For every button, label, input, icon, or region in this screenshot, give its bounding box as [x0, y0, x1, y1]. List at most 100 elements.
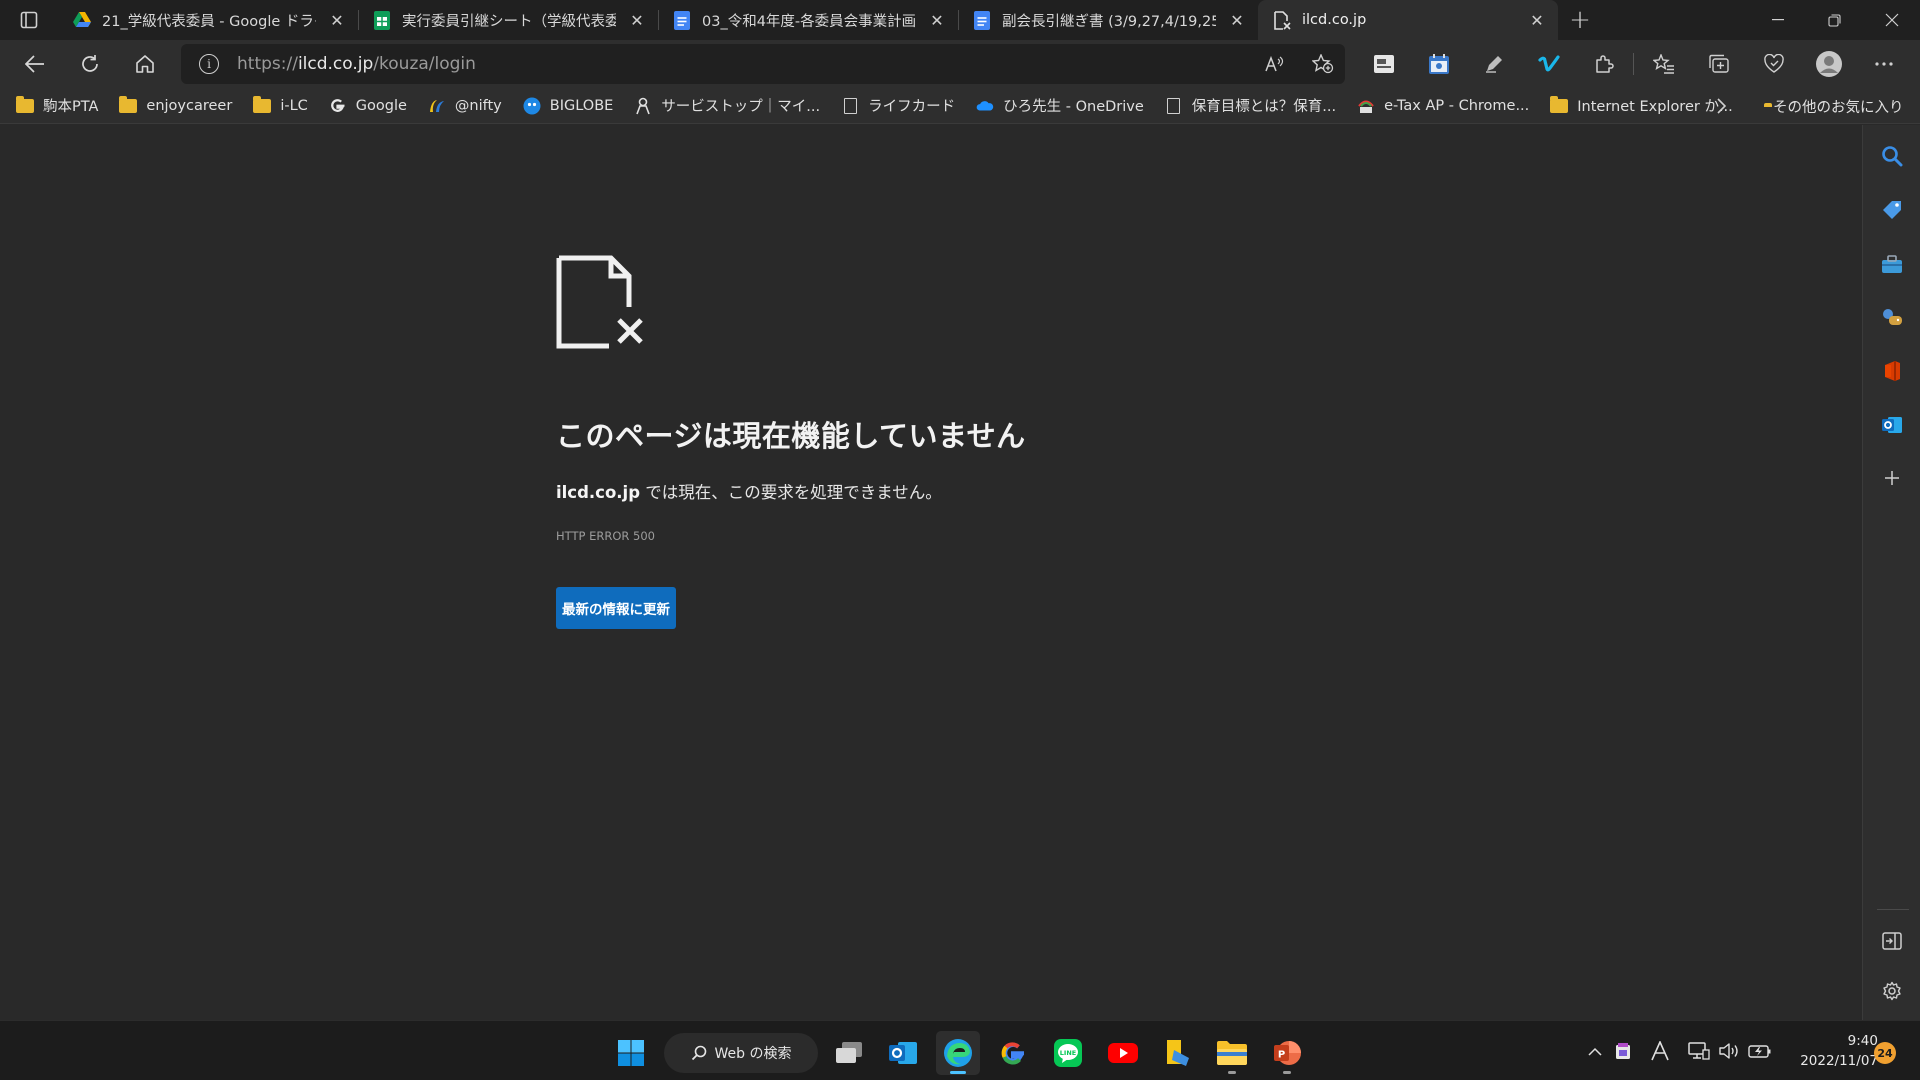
- tab-docs-handover[interactable]: 副会長引継ぎ書 (3/9,27,4/19,25追記) ✕: [958, 0, 1258, 40]
- taskbar-search[interactable]: Web の検索: [664, 1033, 818, 1073]
- taskbar-clock[interactable]: 9:40 2022/11/07: [1778, 1031, 1878, 1071]
- notification-badge[interactable]: 24: [1874, 1042, 1896, 1064]
- browser-essentials-button[interactable]: [1746, 44, 1801, 84]
- favorites-button[interactable]: [1636, 44, 1691, 84]
- plus-icon: [1885, 471, 1899, 485]
- close-icon[interactable]: ✕: [926, 9, 948, 31]
- tab-sheets[interactable]: 実行委員引継シート（学級代表委員） ✕: [358, 0, 658, 40]
- sidebar-shopping-button[interactable]: [1863, 190, 1920, 230]
- extension-vimeo-button[interactable]: [1521, 44, 1576, 84]
- close-icon[interactable]: ✕: [1526, 9, 1548, 31]
- bookmark-item[interactable]: BIGLOBE: [523, 97, 613, 114]
- bookmark-item[interactable]: ひろ先生 - OneDrive: [976, 95, 1144, 116]
- outlook-icon: [1882, 417, 1902, 433]
- bookmark-item[interactable]: 駒本PTA: [16, 95, 98, 116]
- ime-mode-indicator[interactable]: [1648, 1021, 1672, 1080]
- url-path: /kouza/login: [373, 54, 476, 74]
- home-button[interactable]: [118, 44, 172, 84]
- url-text[interactable]: https://ilcd.co.jp/kouza/login: [237, 54, 476, 74]
- bookmark-item[interactable]: ライフカード: [841, 95, 955, 116]
- extension-pen-button[interactable]: [1466, 44, 1521, 84]
- collections-button[interactable]: [1691, 44, 1746, 84]
- tab-ilcd[interactable]: ilcd.co.jp ✕: [1258, 0, 1558, 40]
- taskbar-google[interactable]: [991, 1031, 1035, 1075]
- tab-google-drive[interactable]: 21_学級代表委員 - Google ドライブ ✕: [58, 0, 358, 40]
- taskbar-outlook[interactable]: [881, 1031, 925, 1075]
- tab-title: ilcd.co.jp: [1302, 12, 1367, 28]
- tray-app-button[interactable]: [1612, 1021, 1634, 1080]
- taskbar-youtube[interactable]: [1101, 1031, 1145, 1075]
- bookmark-item[interactable]: Google: [329, 98, 407, 114]
- bookmark-item[interactable]: enjoycareer: [119, 95, 233, 114]
- taskbar-powerpoint[interactable]: P: [1265, 1031, 1309, 1075]
- error-host: ilcd.co.jp: [556, 483, 641, 502]
- sidebar-add-button[interactable]: [1863, 458, 1920, 498]
- running-indicator: [1283, 1071, 1291, 1074]
- navigation-toolbar: i https://ilcd.co.jp/kouza/login: [0, 40, 1920, 88]
- restore-button[interactable]: [1806, 0, 1863, 40]
- sidebar-outlook-button[interactable]: [1863, 405, 1920, 445]
- error-description: ilcd.co.jp では現在、この要求を処理できません。: [556, 479, 1156, 503]
- bookmark-item[interactable]: i-LC: [253, 95, 308, 114]
- tab-docs-plan[interactable]: 03_令和4年度-各委員会事業計画 ✕: [658, 0, 958, 40]
- hide-sidebar-button[interactable]: [1863, 921, 1920, 961]
- avatar: [1815, 51, 1842, 77]
- address-bar[interactable]: i https://ilcd.co.jp/kouza/login: [181, 44, 1345, 84]
- other-favorites-button[interactable]: その他のお気に入り: [1764, 88, 1904, 124]
- extension-calendar-button[interactable]: [1411, 44, 1466, 84]
- extensions-button[interactable]: [1576, 44, 1631, 84]
- other-favorites-label: その他のお気に入り: [1773, 99, 1904, 116]
- battery-button[interactable]: [1746, 1021, 1774, 1080]
- bookmark-item[interactable]: Internet Explorer か...: [1550, 95, 1733, 116]
- taskbar-edge[interactable]: [936, 1031, 980, 1075]
- settings-and-more-button[interactable]: [1856, 44, 1911, 84]
- sidebar-games-button[interactable]: [1863, 297, 1920, 337]
- taskbar-line[interactable]: LINE: [1046, 1031, 1090, 1075]
- folder-icon: [253, 95, 272, 114]
- tray-app-icon: [1616, 1043, 1630, 1059]
- new-tab-button[interactable]: +: [1558, 0, 1602, 40]
- extension-slides-button[interactable]: [1356, 44, 1411, 84]
- bookmark-label: enjoycareer: [146, 97, 233, 114]
- error-message: では現在、この要求を処理できません。: [640, 483, 942, 502]
- close-icon[interactable]: ✕: [626, 9, 648, 31]
- close-icon[interactable]: ✕: [1226, 9, 1248, 31]
- edge-icon: [944, 1039, 972, 1067]
- bookmark-item[interactable]: @nifty: [428, 98, 502, 114]
- etax-icon: [1357, 98, 1375, 114]
- task-view-button[interactable]: [827, 1031, 871, 1075]
- powerpoint-icon: P: [1274, 1041, 1301, 1065]
- close-window-button[interactable]: [1863, 0, 1920, 40]
- bookmark-item[interactable]: サービストップ｜マイ...: [634, 95, 820, 116]
- sidebar-office-button[interactable]: [1863, 351, 1920, 391]
- network-button[interactable]: [1686, 1021, 1712, 1080]
- sidebar-divider: [1877, 909, 1909, 910]
- nifty-icon: [428, 98, 446, 114]
- close-icon[interactable]: ✕: [326, 9, 348, 31]
- bookmark-item[interactable]: e-Tax AP - Chrome...: [1357, 98, 1529, 114]
- sidebar-tools-button[interactable]: [1863, 244, 1920, 284]
- sidebar-search-button[interactable]: [1863, 136, 1920, 176]
- star-add-icon: [1312, 54, 1334, 74]
- add-favorite-button[interactable]: [1301, 46, 1345, 82]
- calendar-extension-icon: [1428, 54, 1449, 74]
- tab-actions-button[interactable]: [0, 0, 58, 40]
- profile-button[interactable]: [1801, 44, 1856, 84]
- reload-button[interactable]: 最新の情報に更新: [556, 587, 676, 629]
- more-favorites-button[interactable]: [1716, 88, 1726, 124]
- sidebar-settings-button[interactable]: [1863, 971, 1920, 1011]
- svg-text:P: P: [1278, 1050, 1285, 1061]
- start-button[interactable]: [609, 1031, 653, 1075]
- read-aloud-button[interactable]: [1253, 46, 1297, 82]
- taskbar-file-explorer[interactable]: [1210, 1031, 1254, 1075]
- back-button[interactable]: [8, 44, 62, 84]
- volume-button[interactable]: [1716, 1021, 1742, 1080]
- bookmark-item[interactable]: 保育目標とは？保育...: [1165, 95, 1336, 116]
- minimize-button[interactable]: [1749, 0, 1806, 40]
- site-info-icon[interactable]: i: [199, 54, 219, 74]
- google-icon: [329, 98, 347, 114]
- taskbar-sticky-notes[interactable]: [1156, 1031, 1200, 1075]
- show-hidden-icons-button[interactable]: [1584, 1021, 1606, 1080]
- bookmark-label: 駒本PTA: [43, 99, 99, 115]
- refresh-button[interactable]: [63, 44, 117, 84]
